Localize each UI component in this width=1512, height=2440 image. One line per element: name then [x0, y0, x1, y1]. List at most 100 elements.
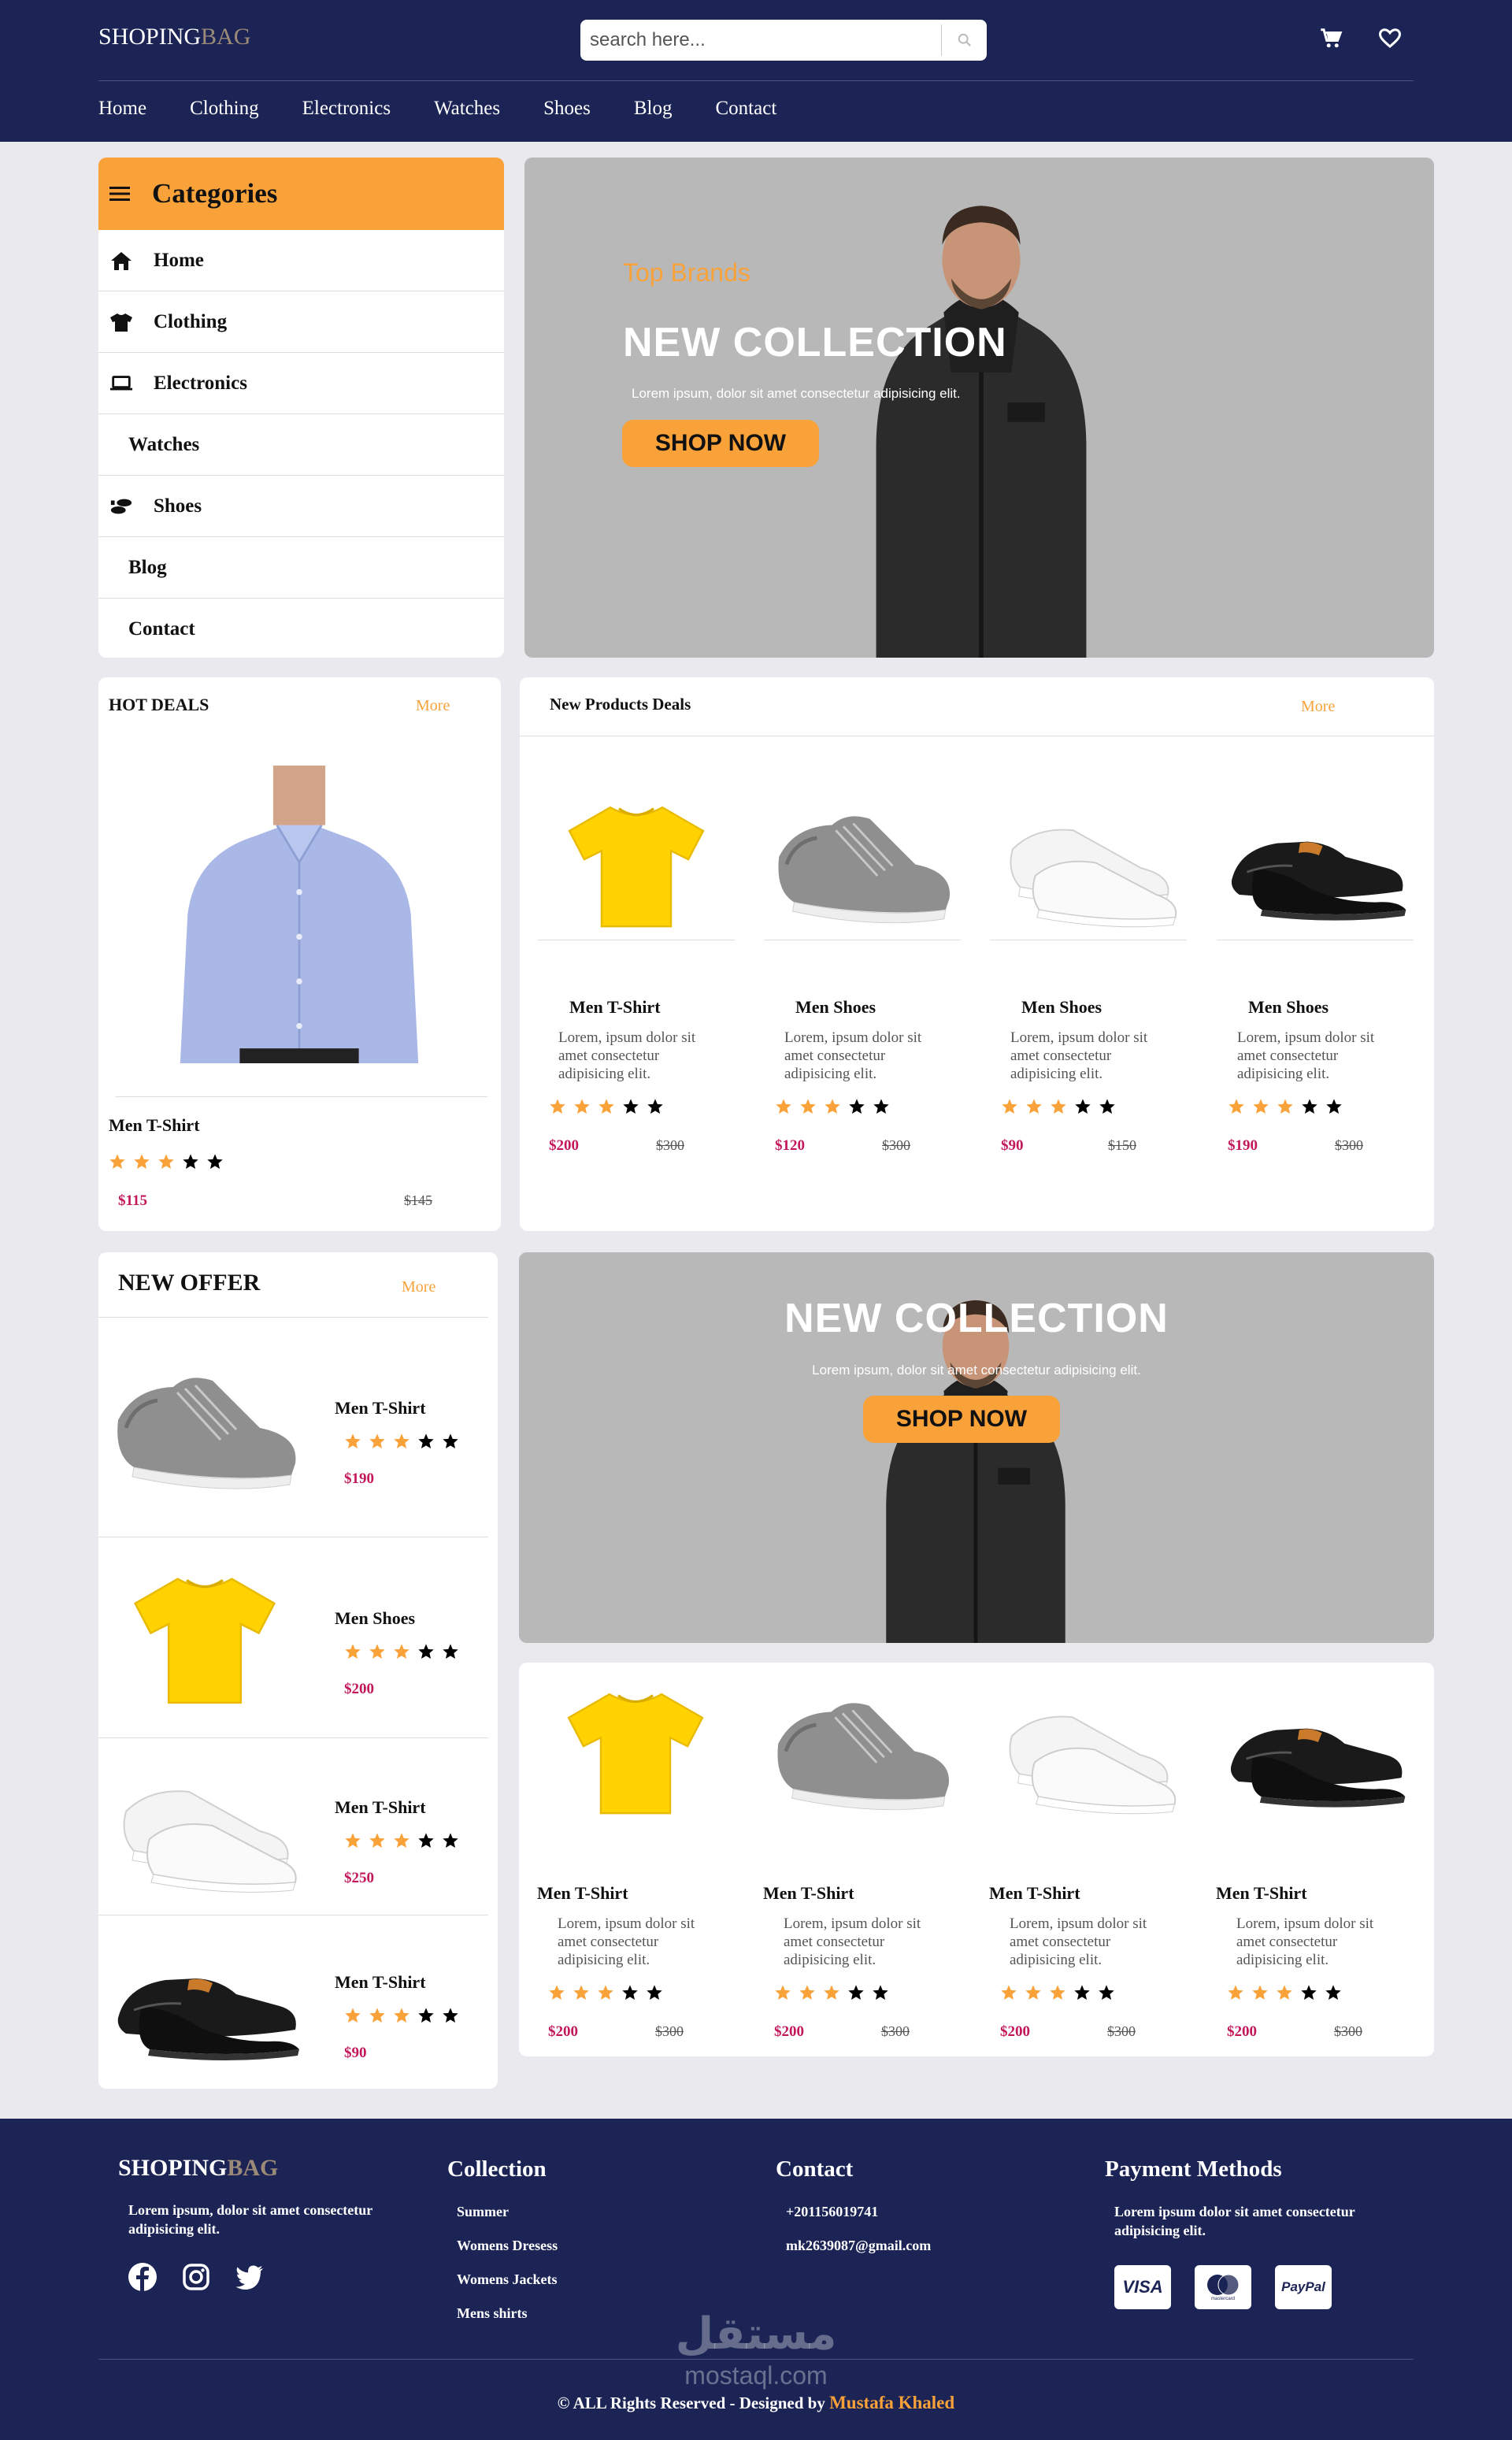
- product-image[interactable]: [990, 795, 1187, 933]
- product-name[interactable]: Men T-Shirt: [1216, 1883, 1307, 1904]
- product-price: $120: [775, 1137, 805, 1154]
- rating-stars: [344, 1433, 459, 1450]
- banner-shop-now-button[interactable]: SHOP NOW: [863, 1396, 1060, 1443]
- hero-text: Lorem ipsum, dolor sit amet consectetur …: [632, 386, 961, 401]
- offer-item[interactable]: Men T-Shirt $250: [98, 1738, 488, 1915]
- product-name[interactable]: Men Shoes: [1021, 997, 1102, 1018]
- nav-clothing[interactable]: Clothing: [190, 98, 259, 120]
- site-logo[interactable]: SHOPINGBAG: [98, 24, 250, 50]
- instagram-icon[interactable]: [181, 2262, 211, 2292]
- offer-item[interactable]: Men T-Shirt $90: [98, 1915, 488, 2089]
- star-filled-icon: [1277, 1098, 1294, 1115]
- logo-text-shoping: SHOPING: [98, 24, 202, 50]
- new-products-card: New Products Deals More Men T-Shirt Lore…: [520, 677, 1434, 1231]
- star-filled-icon: [393, 1643, 410, 1660]
- product-old-price: $300: [1334, 2023, 1362, 2039]
- cart-icon[interactable]: [1320, 27, 1343, 54]
- new-products-more-link[interactable]: More: [1301, 698, 1335, 716]
- product-price: $200: [549, 1137, 579, 1154]
- category-clothing[interactable]: Clothing: [98, 291, 504, 353]
- search-input[interactable]: [590, 26, 936, 54]
- new-offer-more-link[interactable]: More: [402, 1278, 435, 1296]
- product-name[interactable]: Men T-Shirt: [569, 997, 661, 1018]
- product-image[interactable]: [763, 1682, 960, 1820]
- offer-product-name[interactable]: Men T-Shirt: [335, 1972, 426, 1993]
- footer-link-womens-dresses[interactable]: Womens Dresess: [457, 2238, 558, 2254]
- footer-contact-title: Contact: [776, 2156, 854, 2182]
- footer-link-womens-jackets[interactable]: Womens Jackets: [457, 2271, 558, 2288]
- nav-shoes[interactable]: Shoes: [543, 98, 591, 120]
- rating-stars: [1228, 1098, 1343, 1115]
- nav-electronics[interactable]: Electronics: [302, 98, 391, 120]
- star-filled-icon: [369, 1643, 386, 1660]
- star-filled-icon: [393, 1433, 410, 1450]
- product-name[interactable]: Men Shoes: [1248, 997, 1329, 1018]
- offer-product-price: $250: [344, 1870, 374, 1886]
- footer-email[interactable]: mk2639087@gmail.com: [786, 2238, 931, 2254]
- star-filled-icon: [344, 1643, 361, 1660]
- star-empty-icon: [1098, 1984, 1115, 2001]
- offer-product-image: [102, 1567, 307, 1709]
- product-image[interactable]: [764, 795, 961, 933]
- nav-contact[interactable]: Contact: [716, 98, 777, 120]
- offer-product-name[interactable]: Men Shoes: [335, 1608, 415, 1629]
- nav-watches[interactable]: Watches: [434, 98, 500, 120]
- product-old-price: $300: [1335, 1137, 1363, 1153]
- search-button[interactable]: [941, 24, 987, 56]
- bottom-products-card: Men T-Shirt Lorem, ipsum dolor sit amet …: [519, 1663, 1434, 2056]
- product-price: $200: [1227, 2023, 1257, 2040]
- category-label: Clothing: [154, 310, 228, 332]
- product-image[interactable]: [989, 1682, 1186, 1820]
- product-image[interactable]: [538, 795, 735, 933]
- logo-text-bag: BAG: [201, 24, 251, 50]
- category-watches[interactable]: Watches: [98, 414, 504, 476]
- offer-item[interactable]: Men T-Shirt $190: [98, 1318, 488, 1537]
- designer-link[interactable]: Mustafa Khaled: [829, 2393, 954, 2412]
- offer-product-name[interactable]: Men T-Shirt: [335, 1398, 426, 1418]
- hero-banner: Top Brands NEW COLLECTION Lorem ipsum, d…: [524, 158, 1434, 658]
- product-old-price: $150: [1108, 1137, 1136, 1153]
- categories-title: Categories: [152, 178, 278, 209]
- laptop-icon: [109, 375, 133, 392]
- hot-deal-product-image[interactable]: [134, 766, 465, 1063]
- product-image[interactable]: [1217, 795, 1414, 933]
- twitter-icon[interactable]: [235, 2262, 265, 2292]
- footer-logo[interactable]: SHOPINGBAG: [118, 2155, 278, 2182]
- categories-header[interactable]: Categories: [98, 158, 504, 230]
- category-electronics[interactable]: Electronics: [98, 353, 504, 414]
- nav-blog[interactable]: Blog: [634, 98, 673, 120]
- category-label: Home: [154, 249, 204, 271]
- nav-home[interactable]: Home: [98, 98, 146, 120]
- star-filled-icon: [133, 1153, 150, 1170]
- star-empty-icon: [1301, 1098, 1318, 1115]
- category-shoes[interactable]: Shoes: [98, 476, 504, 537]
- hot-deal-product-name[interactable]: Men T-Shirt: [109, 1115, 200, 1136]
- offer-item[interactable]: Men Shoes $200: [98, 1537, 488, 1738]
- hero-shop-now-button[interactable]: SHOP NOW: [622, 420, 819, 467]
- hot-deals-more-link[interactable]: More: [416, 697, 450, 715]
- product-name[interactable]: Men T-Shirt: [989, 1883, 1080, 1904]
- heart-icon[interactable]: [1378, 27, 1402, 54]
- product-name[interactable]: Men T-Shirt: [763, 1883, 854, 1904]
- category-contact[interactable]: Contact: [98, 599, 504, 658]
- footer-phone[interactable]: +201156019741: [786, 2204, 878, 2220]
- product-image[interactable]: [537, 1682, 734, 1820]
- hamburger-icon[interactable]: [109, 185, 130, 202]
- star-empty-icon: [417, 1433, 435, 1450]
- product-name[interactable]: Men Shoes: [795, 997, 876, 1018]
- category-home[interactable]: Home: [98, 230, 504, 291]
- product-description: Lorem, ipsum dolor sit amet consectetur …: [558, 1029, 696, 1082]
- footer-link-summer[interactable]: Summer: [457, 2204, 509, 2220]
- product-image[interactable]: [1216, 1682, 1413, 1820]
- rating-stars: [344, 1643, 459, 1660]
- product-name[interactable]: Men T-Shirt: [537, 1883, 628, 1904]
- rating-stars: [344, 1832, 459, 1849]
- hot-deal-old-price: $145: [404, 1192, 432, 1208]
- offer-product-name[interactable]: Men T-Shirt: [335, 1797, 426, 1818]
- category-blog[interactable]: Blog: [98, 537, 504, 599]
- offer-product-image: [102, 1357, 307, 1499]
- product-price: $200: [774, 2023, 804, 2040]
- facebook-icon[interactable]: [128, 2262, 158, 2292]
- star-empty-icon: [1073, 1984, 1091, 2001]
- offer-product-price: $190: [344, 1470, 374, 1487]
